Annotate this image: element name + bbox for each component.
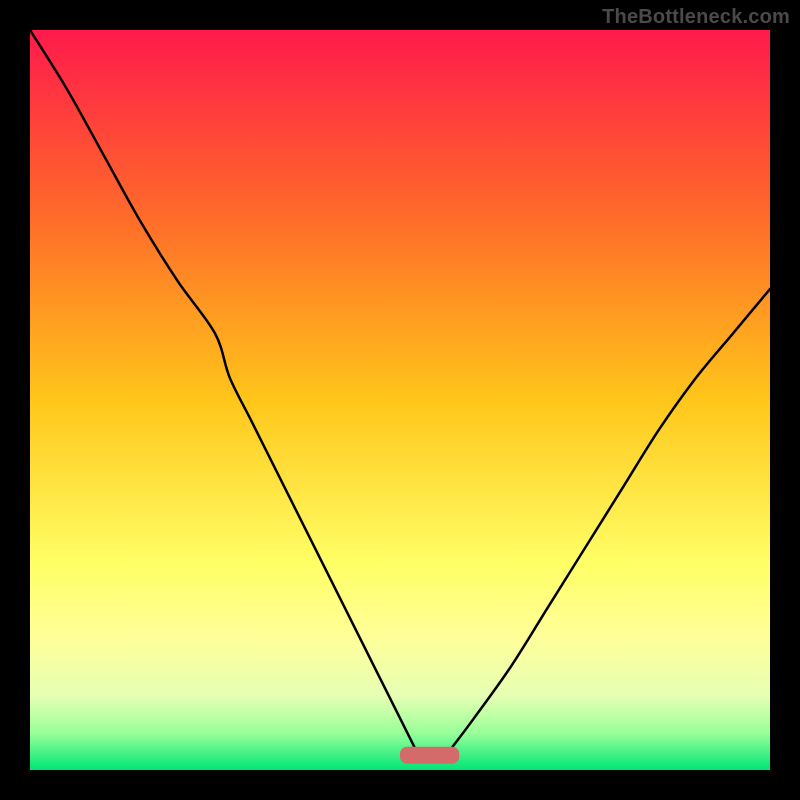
- chart-plot: [30, 30, 770, 770]
- optimal-range-marker: [400, 747, 459, 764]
- plot-background: [30, 30, 770, 770]
- watermark-text: TheBottleneck.com: [602, 6, 790, 29]
- chart-container: TheBottleneck.com: [0, 0, 800, 800]
